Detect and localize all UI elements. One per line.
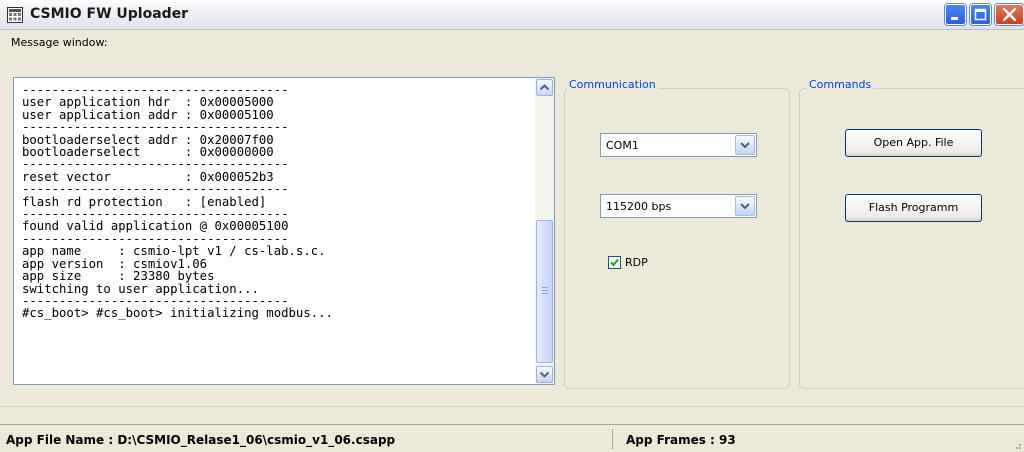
log-line: ------------------------------------	[22, 182, 289, 197]
app-icon	[7, 7, 23, 23]
port-select[interactable]: COM1	[600, 133, 757, 157]
scroll-up-button[interactable]	[536, 79, 553, 96]
log-line: app name : csmio-lpt v1 / cs-lab.s.c.	[22, 244, 326, 259]
grip-icon	[542, 287, 548, 294]
message-window[interactable]: ------------------------------------ user…	[13, 77, 555, 385]
log-line: found valid application @ 0x00005100	[22, 219, 289, 234]
open-app-file-button[interactable]: Open App. File	[845, 129, 982, 157]
rdp-label[interactable]: RDP	[625, 256, 648, 269]
chevron-down-icon	[539, 371, 550, 378]
log-line: ------------------------------------	[22, 120, 289, 135]
title-bar[interactable]: CSMIO FW Uploader	[0, 0, 1024, 30]
app-frames-status: App Frames : 93	[626, 433, 736, 447]
flash-program-button[interactable]: Flash Programm	[845, 194, 982, 222]
status-bar: App File Name : D:\CSMIO_Relase1_06\csmi…	[0, 424, 1024, 452]
divider	[0, 406, 1024, 407]
port-dropdown-button[interactable]	[735, 135, 755, 155]
app-file-name-status: App File Name : D:\CSMIO_Relase1_06\csmi…	[6, 433, 396, 447]
log-line: user application hdr : 0x00005000	[22, 95, 274, 110]
maximize-icon	[974, 8, 987, 21]
chevron-up-icon	[539, 84, 550, 91]
app-window: CSMIO FW Uploader Message window: ------…	[0, 0, 1024, 452]
chevron-down-icon	[740, 142, 750, 149]
close-icon	[1002, 7, 1017, 22]
scroll-thumb[interactable]	[536, 220, 553, 363]
message-window-label: Message window:	[11, 36, 108, 49]
message-log[interactable]: ------------------------------------ user…	[22, 84, 534, 380]
window-title: CSMIO FW Uploader	[30, 6, 189, 22]
log-line: ------------------------------------	[22, 157, 289, 172]
port-select-value: COM1	[606, 139, 639, 152]
communication-legend: Communication	[567, 78, 658, 91]
commands-legend: Commands	[807, 78, 874, 91]
minimize-icon	[951, 17, 958, 20]
log-line: app size : 23380 bytes	[22, 269, 215, 284]
chevron-down-icon	[740, 203, 750, 210]
close-button[interactable]	[995, 4, 1024, 25]
checkmark-icon	[610, 258, 619, 267]
maximize-button[interactable]	[970, 4, 991, 25]
scroll-down-button[interactable]	[536, 366, 553, 383]
vertical-scrollbar[interactable]	[535, 78, 554, 384]
resize-grip-icon[interactable]	[1012, 440, 1022, 450]
log-line: #cs_boot> #cs_boot> initializing modbus.…	[22, 306, 333, 321]
baud-rate-value: 115200 bps	[606, 200, 672, 213]
baud-rate-select[interactable]: 115200 bps	[600, 194, 757, 218]
rdp-checkbox[interactable]	[608, 256, 621, 269]
status-divider	[612, 429, 613, 449]
baud-dropdown-button[interactable]	[735, 196, 755, 216]
minimize-button[interactable]	[945, 4, 966, 25]
